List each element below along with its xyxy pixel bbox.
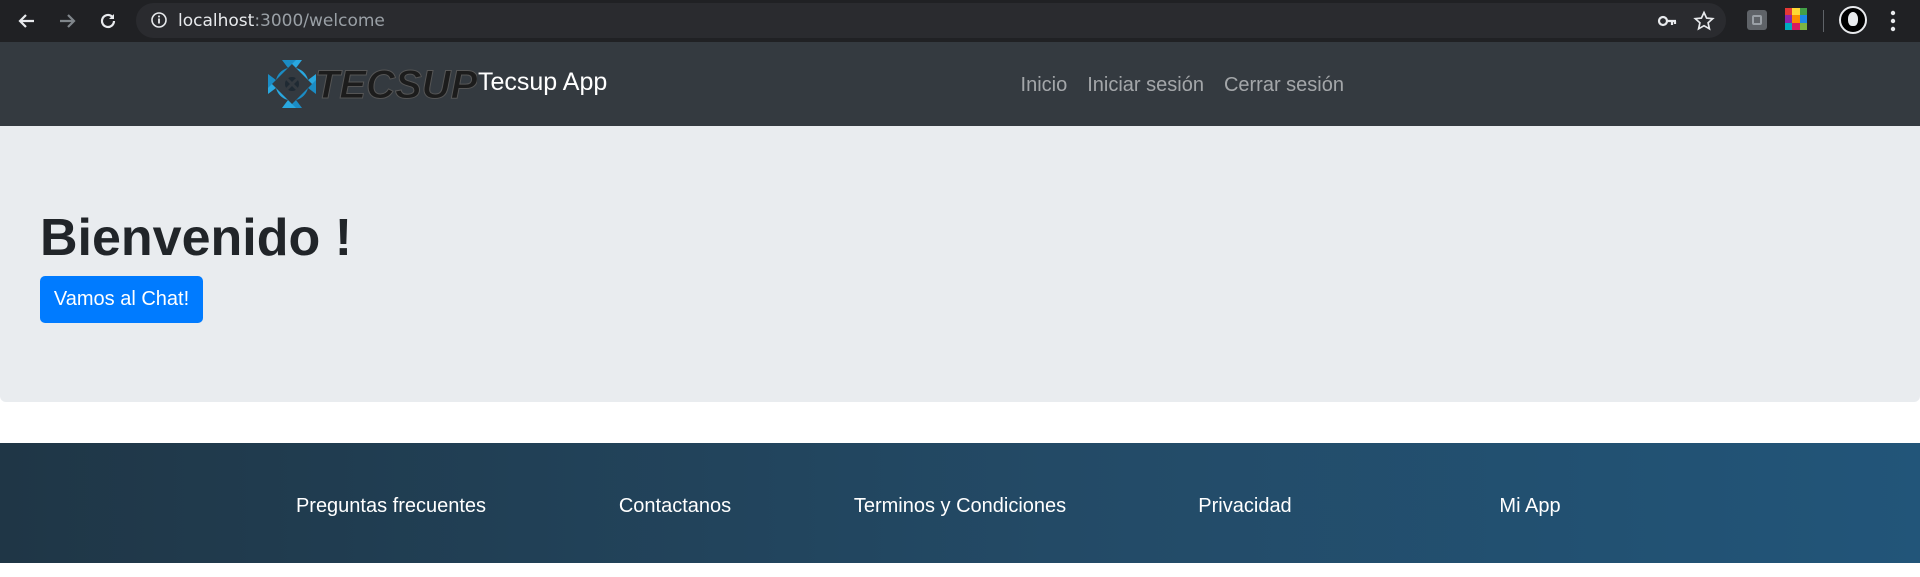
url-path: :3000/welcome bbox=[254, 11, 385, 31]
page-bottom bbox=[0, 563, 1920, 577]
logo-wordmark: TECSUP bbox=[315, 63, 477, 107]
address-bar[interactable]: localhost:3000/welcome bbox=[136, 3, 1726, 38]
forward-arrow-icon[interactable] bbox=[52, 6, 82, 36]
more-menu-icon[interactable] bbox=[1882, 8, 1904, 34]
footer-link-contact[interactable]: Contactanos bbox=[619, 493, 731, 519]
footer-link-privacy[interactable]: Privacidad bbox=[1198, 493, 1291, 519]
extension-icon[interactable] bbox=[1747, 10, 1767, 30]
star-icon[interactable] bbox=[1693, 10, 1715, 32]
footer-link-faq[interactable]: Preguntas frecuentes bbox=[296, 493, 486, 519]
welcome-jumbotron: Bienvenido ! Vamos al Chat! bbox=[0, 126, 1920, 402]
page-title: Bienvenido ! bbox=[40, 209, 353, 267]
toolbar-divider bbox=[1823, 10, 1824, 32]
address-bar-url[interactable]: localhost:3000/welcome bbox=[178, 11, 385, 31]
site-footer: Preguntas frecuentes Contactanos Termino… bbox=[0, 443, 1920, 563]
back-arrow-icon[interactable] bbox=[12, 6, 42, 36]
tecsup-logo[interactable]: TECSUP bbox=[265, 56, 477, 112]
info-icon[interactable] bbox=[150, 11, 168, 29]
brand-name[interactable]: Tecsup App bbox=[478, 66, 607, 98]
nav-link-iniciar-sesion[interactable]: Iniciar sesión bbox=[1087, 72, 1204, 98]
reload-icon[interactable] bbox=[93, 6, 123, 36]
footer-link-terms[interactable]: Terminos y Condiciones bbox=[854, 493, 1066, 519]
nav-link-cerrar-sesion[interactable]: Cerrar sesión bbox=[1224, 72, 1344, 98]
footer-link-my-app[interactable]: Mi App bbox=[1499, 493, 1560, 519]
color-palette-extension-icon[interactable] bbox=[1785, 8, 1807, 30]
key-icon[interactable] bbox=[1656, 10, 1678, 32]
url-host: localhost bbox=[178, 11, 255, 31]
nav-links: Inicio Iniciar sesión Cerrar sesión bbox=[1021, 72, 1344, 98]
profile-avatar-icon[interactable] bbox=[1839, 6, 1867, 34]
go-to-chat-button[interactable]: Vamos al Chat! bbox=[40, 276, 203, 323]
browser-toolbar: localhost:3000/welcome bbox=[0, 0, 1920, 42]
site-navbar: TECSUP Tecsup App Inicio Iniciar sesión … bbox=[0, 42, 1920, 126]
nav-link-inicio[interactable]: Inicio bbox=[1021, 72, 1068, 98]
